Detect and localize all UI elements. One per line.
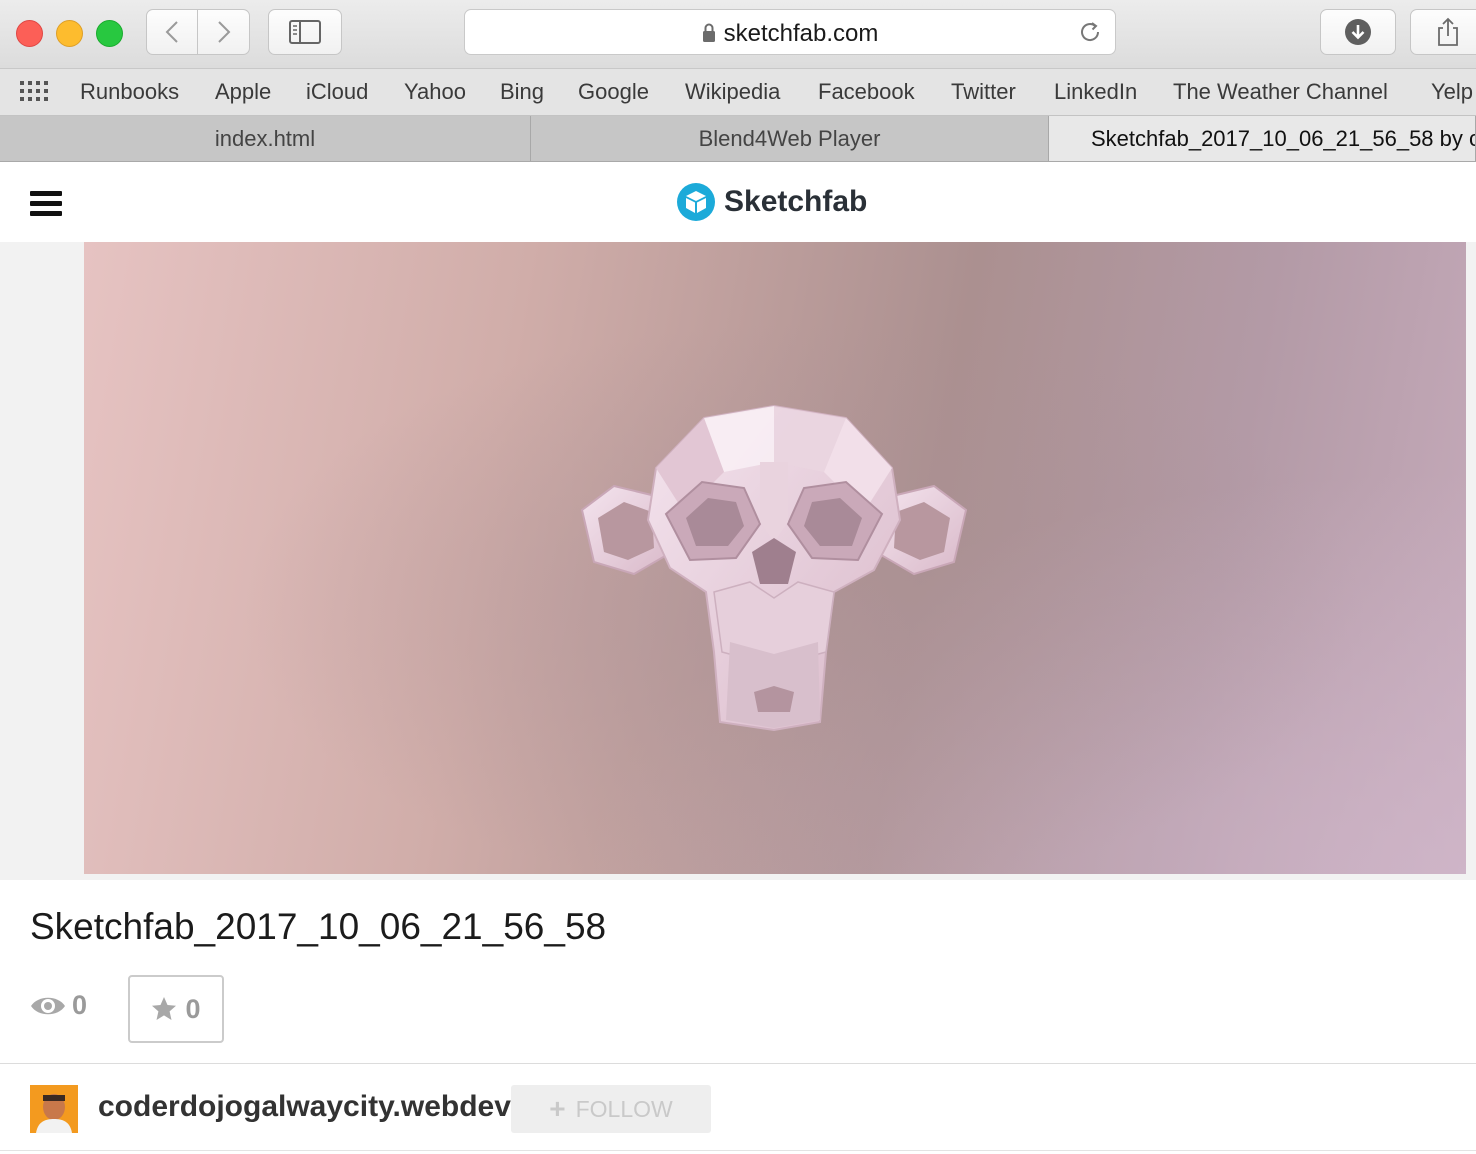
star-icon bbox=[152, 997, 177, 1020]
sketchfab-logo[interactable]: Sketchfab bbox=[676, 182, 867, 222]
back-button[interactable] bbox=[146, 9, 198, 55]
zoom-window-button[interactable] bbox=[96, 20, 123, 47]
section-divider bbox=[0, 1063, 1476, 1064]
address-bar[interactable]: sketchfab.com bbox=[464, 9, 1116, 55]
follow-button[interactable]: + FOLLOW bbox=[511, 1085, 711, 1133]
view-count: 0 bbox=[30, 990, 87, 1021]
top-sites-grid-icon[interactable] bbox=[20, 81, 50, 103]
views-count: 0 bbox=[72, 990, 88, 1020]
bookmark-twitter[interactable]: Twitter bbox=[951, 79, 1016, 105]
model-viewer[interactable] bbox=[84, 242, 1466, 874]
tab-blend4web-player[interactable]: Blend4Web Player bbox=[531, 116, 1049, 161]
user-avatar-image bbox=[30, 1085, 78, 1133]
bookmark-wikipedia[interactable]: Wikipedia bbox=[685, 79, 780, 105]
url-text: sketchfab.com bbox=[723, 20, 879, 47]
bookmark-linkedin[interactable]: LinkedIn bbox=[1054, 79, 1137, 105]
reload-icon[interactable] bbox=[1077, 19, 1103, 45]
eye-icon bbox=[31, 997, 65, 1014]
sidebar-toggle-button[interactable] bbox=[268, 9, 342, 55]
monkey-head-3d-model bbox=[580, 404, 968, 732]
download-icon bbox=[1345, 19, 1371, 45]
bookmark-bing[interactable]: Bing bbox=[500, 79, 544, 105]
likes-count: 0 bbox=[185, 993, 201, 1024]
share-button[interactable] bbox=[1410, 9, 1476, 55]
plus-icon: + bbox=[549, 1093, 566, 1124]
bookmark-yahoo[interactable]: Yahoo bbox=[404, 79, 466, 105]
tab-sketchfab-model[interactable]: Sketchfab_2017_10_06_21_56_58 by coderdo… bbox=[1049, 116, 1476, 161]
avatar[interactable] bbox=[30, 1085, 78, 1133]
site-header: Sketchfab bbox=[0, 162, 1476, 242]
tab-index-html[interactable]: index.html bbox=[0, 116, 531, 161]
follow-label: FOLLOW bbox=[575, 1095, 673, 1122]
author-name[interactable]: coderdojogalwaycity.webdev bbox=[98, 1090, 511, 1124]
bottom-divider bbox=[0, 1150, 1476, 1151]
bookmark-runbooks[interactable]: Runbooks bbox=[80, 79, 179, 105]
like-button[interactable]: 0 bbox=[128, 975, 224, 1043]
bookmark-apple[interactable]: Apple bbox=[215, 79, 271, 105]
logo-text: Sketchfab bbox=[724, 185, 868, 218]
sidebar-icon bbox=[289, 20, 321, 44]
close-window-button[interactable] bbox=[16, 20, 43, 47]
sketchfab-logo-icon bbox=[677, 183, 715, 221]
bookmark-yelp[interactable]: Yelp bbox=[1431, 79, 1473, 105]
share-icon bbox=[1438, 17, 1458, 46]
chevron-left-icon bbox=[165, 21, 178, 43]
bookmark-icloud[interactable]: iCloud bbox=[306, 79, 368, 105]
bookmark-weather-channel[interactable]: The Weather Channel bbox=[1173, 79, 1388, 105]
bookmarks-bar: Runbooks Apple iCloud Yahoo Bing Google … bbox=[0, 69, 1476, 116]
browser-toolbar: sketchfab.com bbox=[0, 0, 1476, 69]
lock-icon bbox=[702, 23, 715, 42]
minimize-window-button[interactable] bbox=[56, 20, 83, 47]
downloads-button[interactable] bbox=[1320, 9, 1396, 55]
tab-bar: index.html Blend4Web Player Sketchfab_20… bbox=[0, 116, 1476, 162]
forward-button[interactable] bbox=[198, 9, 250, 55]
bookmark-facebook[interactable]: Facebook bbox=[818, 79, 915, 105]
model-title: Sketchfab_2017_10_06_21_56_58 bbox=[30, 906, 607, 947]
chevron-right-icon bbox=[217, 21, 230, 43]
hamburger-menu-icon[interactable] bbox=[30, 191, 62, 217]
bookmark-google[interactable]: Google bbox=[578, 79, 649, 105]
